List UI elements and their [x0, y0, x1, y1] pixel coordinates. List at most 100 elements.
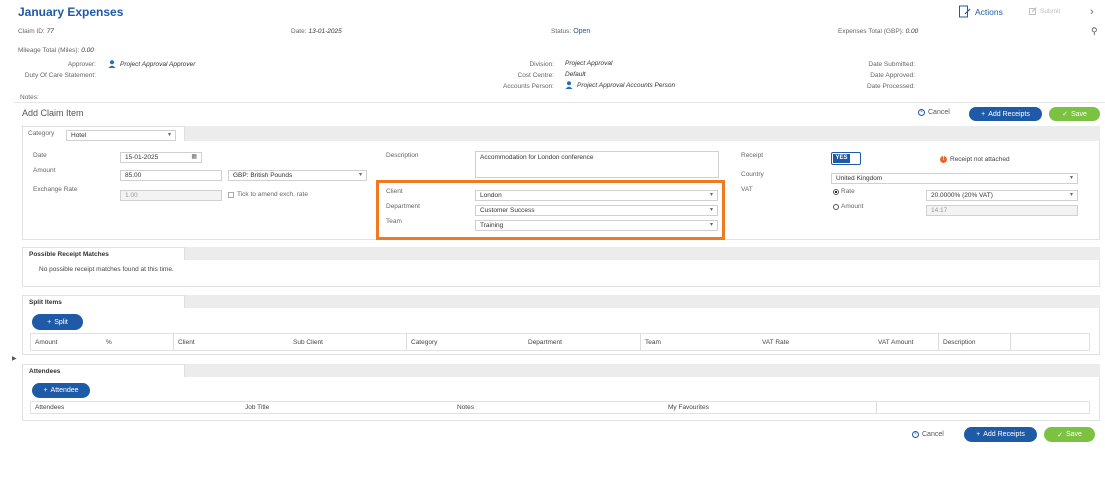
expand-panel-icon[interactable]: ▶ [12, 355, 17, 362]
vat-amount-radio[interactable]: Amount [833, 203, 863, 210]
approver-label: Approver: [67, 61, 96, 68]
chevron-right-icon[interactable]: › [1090, 6, 1094, 18]
date-processed-label: Date Processed: [866, 83, 915, 90]
team-select[interactable]: Training ▾ [475, 220, 718, 231]
column-header: Description [943, 339, 976, 346]
pin-icon[interactable]: ⚲ [1091, 26, 1098, 37]
accounts-person-label: Accounts Person: [503, 83, 554, 90]
country-select[interactable]: United Kingdom ▾ [831, 173, 1078, 184]
receipt-warning: ! Receipt not attached [940, 156, 1010, 163]
column-header: Notes [457, 404, 474, 411]
column-header: Department [528, 339, 562, 346]
department-label: Department [386, 203, 420, 210]
attendees-panel [22, 377, 1100, 421]
description-label: Description [386, 152, 419, 159]
save-button[interactable]: ✓ Save [1049, 107, 1100, 121]
exchange-rate-label: Exchange Rate [33, 186, 78, 193]
radio-icon [833, 203, 839, 210]
currency-select[interactable]: GBP: British Pounds ▾ [228, 170, 367, 181]
chevron-down-icon: ▾ [709, 222, 713, 228]
column-header: Sub Client [293, 339, 323, 346]
footer-add-receipts-button[interactable]: + Add Receipts [964, 427, 1037, 442]
exchange-rate-input[interactable]: 1.00 [120, 190, 222, 201]
chevron-down-icon: ▾ [709, 192, 713, 198]
claim-date: Date: 13-01-2025 [291, 28, 342, 35]
radio-selected-icon [833, 188, 839, 195]
divider [938, 333, 939, 351]
checkbox-icon [228, 191, 234, 198]
divider [876, 401, 877, 414]
calendar-icon[interactable]: ▦ [191, 153, 197, 161]
footer-save-button[interactable]: ✓ Save [1044, 427, 1095, 442]
actions-label: Actions [975, 6, 1003, 17]
receipt-matches-panel [22, 260, 1100, 287]
column-header: Job Title [245, 404, 270, 411]
plus-icon: + [47, 318, 52, 326]
vat-amount-input[interactable]: 14.17 [926, 205, 1078, 216]
column-header: Category [411, 339, 438, 346]
column-header: Attendees [35, 404, 65, 411]
add-receipts-button[interactable]: + Add Receipts [969, 107, 1042, 121]
plus-icon: + [976, 431, 981, 438]
duty-of-care-label: Duty Of Care Statement: [24, 72, 96, 79]
date-label: Date [33, 152, 47, 159]
chevron-down-icon: ▾ [167, 132, 171, 138]
date-input[interactable]: 15-01-2025 ▦ [120, 152, 202, 163]
submit-icon [1029, 7, 1037, 15]
accounts-person: Project Approval Accounts Person [565, 81, 675, 89]
department-select[interactable]: Customer Success ▾ [475, 205, 718, 216]
chevron-down-icon: ▾ [709, 207, 713, 213]
description-textarea[interactable]: Accommodation for London conference [475, 151, 719, 178]
status-value: Open [573, 28, 591, 35]
claim-id: Claim ID: 77 [18, 28, 54, 35]
receipt-matches-title: Possible Receipt Matches [22, 247, 185, 260]
actions-button[interactable]: Actions [958, 5, 1003, 18]
add-claim-item-title: Add Claim Item [22, 108, 84, 118]
document-edit-icon [959, 5, 971, 18]
column-header: VAT Amount [878, 339, 914, 346]
mileage-total: Mileage Total (Miles): 0.00 [18, 47, 94, 54]
amount-input[interactable]: 85.00 [120, 170, 222, 181]
split-button[interactable]: + Split [32, 314, 83, 330]
divider [173, 333, 174, 351]
receipt-toggle[interactable]: YES [831, 152, 861, 165]
cancel-icon: × [918, 109, 925, 116]
divider [640, 333, 641, 351]
column-header: Client [178, 339, 195, 346]
receipt-matches-empty: No possible receipt matches found at thi… [39, 266, 174, 273]
add-attendee-button[interactable]: + Attendee [32, 383, 90, 398]
column-header: % [106, 339, 112, 346]
chevron-down-icon: ▾ [1069, 175, 1073, 181]
receipt-label: Receipt [741, 152, 764, 159]
country-label: Country [741, 171, 764, 178]
divider [1010, 333, 1011, 351]
cancel-button[interactable]: × Cancel [918, 109, 950, 116]
column-header: Team [645, 339, 661, 346]
client-select[interactable]: London ▾ [475, 190, 718, 201]
vat-rate-radio[interactable]: Rate [833, 188, 855, 195]
plus-icon: + [43, 387, 48, 394]
page-title: January Expenses [18, 5, 124, 19]
submit-button[interactable]: Submit [1029, 7, 1060, 15]
column-header: Amount [35, 339, 58, 346]
cost-centre-label: Cost Centre: [517, 72, 555, 79]
attendees-title: Attendees [22, 364, 185, 377]
category-select[interactable]: Hotel ▾ [66, 130, 176, 141]
amend-exchange-rate-checkbox[interactable]: Tick to amend exch. rate [228, 191, 308, 198]
claim-status: Status: Open [551, 28, 591, 35]
plus-icon: + [981, 110, 986, 118]
vat-rate-select[interactable]: 20.0000% (20% VAT) ▾ [926, 190, 1078, 201]
divider [14, 102, 1105, 103]
vat-label: VAT [741, 186, 753, 193]
attendees-table-header [30, 401, 1090, 414]
submit-label: Submit [1040, 7, 1061, 15]
division-label: Division: [529, 61, 554, 68]
check-icon: ✓ [1057, 431, 1063, 439]
chevron-down-icon: ▾ [358, 172, 362, 178]
warning-icon: ! [940, 156, 947, 163]
user-icon [108, 60, 116, 68]
footer-cancel-button[interactable]: × Cancel [912, 431, 944, 438]
client-label: Client [386, 188, 403, 195]
category-label: Category [28, 130, 55, 137]
split-items-title: Split Items [22, 295, 185, 308]
